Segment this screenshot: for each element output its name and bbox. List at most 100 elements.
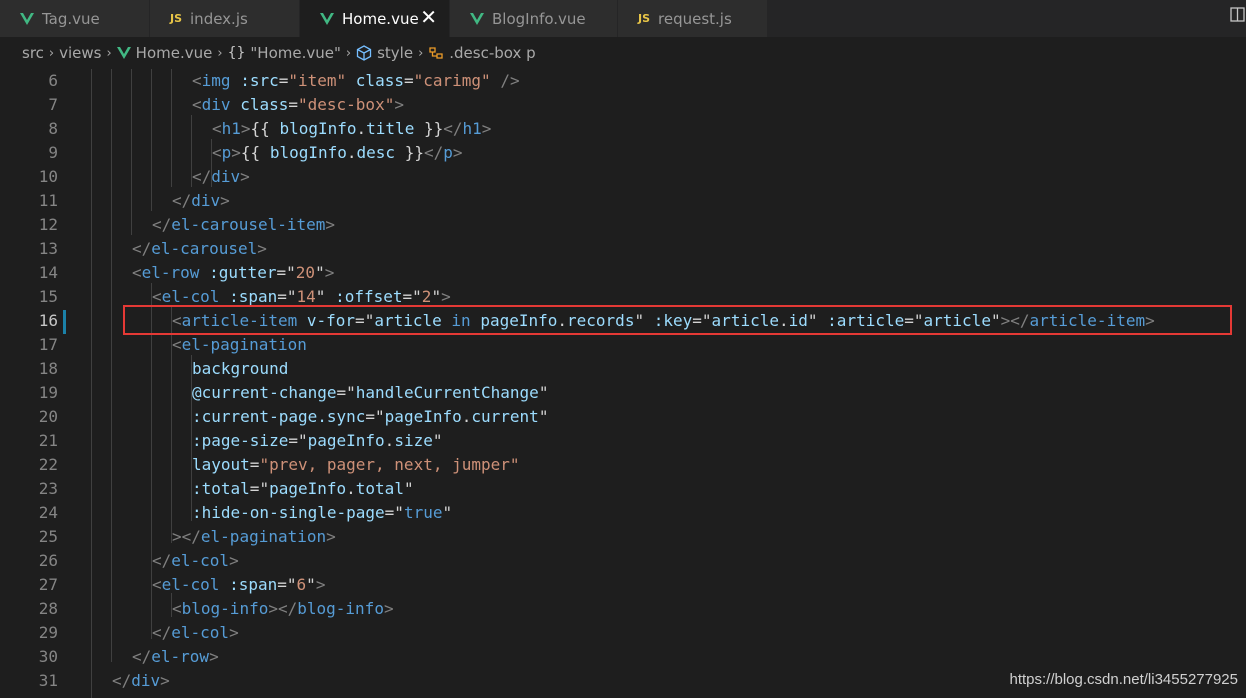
tab-home-vue[interactable]: Home.vue ✕: [300, 0, 450, 37]
code-text: </el-row>: [132, 647, 219, 666]
code-text: </el-carousel>: [132, 239, 267, 258]
line-number: 21: [38, 431, 58, 450]
line-number: 24: [38, 503, 58, 522]
chevron-right-icon: ›: [106, 45, 112, 61]
code-line: 22 layout="prev, pager, next, jumper": [0, 453, 1246, 477]
code-text: </el-col>: [152, 551, 239, 570]
line-number: 17: [38, 335, 58, 354]
chevron-right-icon: ›: [418, 45, 424, 61]
code-line: 6 <img :src="item" class="carimg" />: [0, 69, 1246, 93]
line-number: 26: [38, 551, 58, 570]
js-file-icon: JS: [638, 12, 651, 25]
line-number: 14: [38, 263, 58, 282]
split-editor-icon[interactable]: [1228, 5, 1246, 25]
code-line: 20 :current-page.sync="pageInfo.current": [0, 405, 1246, 429]
cube-icon: [356, 45, 372, 61]
line-number: 13: [38, 239, 58, 258]
line-number: 23: [38, 479, 58, 498]
tab-bloginfo-vue[interactable]: BlogInfo.vue: [450, 0, 618, 37]
line-number: 8: [48, 119, 58, 138]
line-number: 12: [38, 215, 58, 234]
tab-bar: Tag.vue JS index.js Home.vue ✕ BlogInfo.…: [0, 0, 1246, 37]
breadcrumb: src › views › Home.vue › {} "Home.vue" ›…: [0, 37, 1246, 69]
line-number: 28: [38, 599, 58, 618]
line-number: 29: [38, 623, 58, 642]
code-line: 29 </el-col>: [0, 621, 1246, 645]
tab-label: request.js: [658, 9, 732, 28]
code-line: 8 <h1>{{ blogInfo.title }}</h1>: [0, 117, 1246, 141]
code-line: 30 </el-row>: [0, 645, 1246, 669]
breadcrumb-src[interactable]: src: [22, 44, 44, 62]
line-number: 20: [38, 407, 58, 426]
chevron-right-icon: ›: [217, 45, 223, 61]
code-text: </el-col>: [152, 623, 239, 642]
line-number: 15: [38, 287, 58, 306]
code-text: :total="pageInfo.total": [192, 479, 414, 498]
line-number: 25: [38, 527, 58, 546]
line-number: 9: [48, 143, 58, 162]
selector-icon: [429, 47, 443, 59]
js-file-icon: JS: [170, 12, 183, 25]
code-line: 19 @current-change="handleCurrentChange": [0, 381, 1246, 405]
breadcrumb-views[interactable]: views: [59, 44, 101, 62]
code-line: 14 <el-row :gutter="20">: [0, 261, 1246, 285]
code-line: 10 </div>: [0, 165, 1246, 189]
code-text: :current-page.sync="pageInfo.current": [192, 407, 549, 426]
vue-file-icon: [320, 12, 334, 25]
code-line: 12 </el-carousel-item>: [0, 213, 1246, 237]
code-text: <div class="desc-box">: [192, 95, 404, 114]
code-text: <el-col :span="6">: [152, 575, 326, 594]
line-number: 22: [38, 455, 58, 474]
vue-file-icon: [116, 47, 131, 59]
line-number: 16: [38, 311, 58, 330]
code-editor[interactable]: 6 <img :src="item" class="carimg" /> 7 <…: [0, 69, 1246, 698]
line-number: 27: [38, 575, 58, 594]
line-number: 10: [38, 167, 58, 186]
tab-request-js[interactable]: JS request.js: [618, 0, 768, 37]
tab-label: BlogInfo.vue: [492, 9, 586, 28]
code-line: 17 <el-pagination: [0, 333, 1246, 357]
code-text: </div>: [192, 167, 250, 186]
code-text: <p>{{ blogInfo.desc }}</p>: [212, 143, 463, 162]
code-text: ></el-pagination>: [172, 527, 336, 546]
code-text: <h1>{{ blogInfo.title }}</h1>: [212, 119, 492, 138]
tab-label: Tag.vue: [42, 9, 100, 28]
code-text: <el-pagination: [172, 335, 307, 354]
line-number: 7: [48, 95, 58, 114]
code-text: <img :src="item" class="carimg" />: [192, 71, 520, 90]
code-text: :hide-on-single-page="true": [192, 503, 453, 522]
tab-tag-vue[interactable]: Tag.vue: [0, 0, 150, 37]
code-text: @current-change="handleCurrentChange": [192, 383, 549, 402]
line-number: 19: [38, 383, 58, 402]
vue-file-icon: [470, 12, 484, 25]
watermark-text: https://blog.csdn.net/li3455277925: [1009, 671, 1238, 688]
breadcrumb-style[interactable]: style: [377, 44, 413, 62]
vue-file-icon: [20, 12, 34, 25]
code-line: 7 <div class="desc-box">: [0, 93, 1246, 117]
breadcrumb-selector[interactable]: .desc-box p: [449, 44, 535, 62]
code-line: 9 <p>{{ blogInfo.desc }}</p>: [0, 141, 1246, 165]
close-icon[interactable]: ✕: [420, 7, 437, 27]
breadcrumb-component[interactable]: "Home.vue": [250, 44, 340, 62]
code-text: <el-row :gutter="20">: [132, 263, 335, 282]
tab-index-js[interactable]: JS index.js: [150, 0, 300, 37]
chevron-right-icon: ›: [48, 45, 55, 61]
code-text: background: [192, 359, 289, 378]
code-text: layout="prev, pager, next, jumper": [192, 455, 520, 474]
code-line: 28 <blog-info></blog-info>: [0, 597, 1246, 621]
code-text: </el-carousel-item>: [152, 215, 336, 234]
tab-label: Home.vue: [342, 9, 419, 28]
code-line: 21 :page-size="pageInfo.size": [0, 429, 1246, 453]
line-number: 18: [38, 359, 58, 378]
line-number: 30: [38, 647, 58, 666]
line-number: 11: [38, 191, 58, 210]
code-line: 26 </el-col>: [0, 549, 1246, 573]
code-text: <blog-info></blog-info>: [172, 599, 394, 618]
chevron-right-icon: ›: [345, 45, 352, 61]
line-number: 6: [48, 71, 58, 90]
code-text: </div>: [112, 671, 170, 690]
breadcrumb-file[interactable]: Home.vue: [136, 44, 213, 62]
code-text: </div>: [172, 191, 230, 210]
tab-label: index.js: [190, 9, 248, 28]
code-line: 25 ></el-pagination>: [0, 525, 1246, 549]
